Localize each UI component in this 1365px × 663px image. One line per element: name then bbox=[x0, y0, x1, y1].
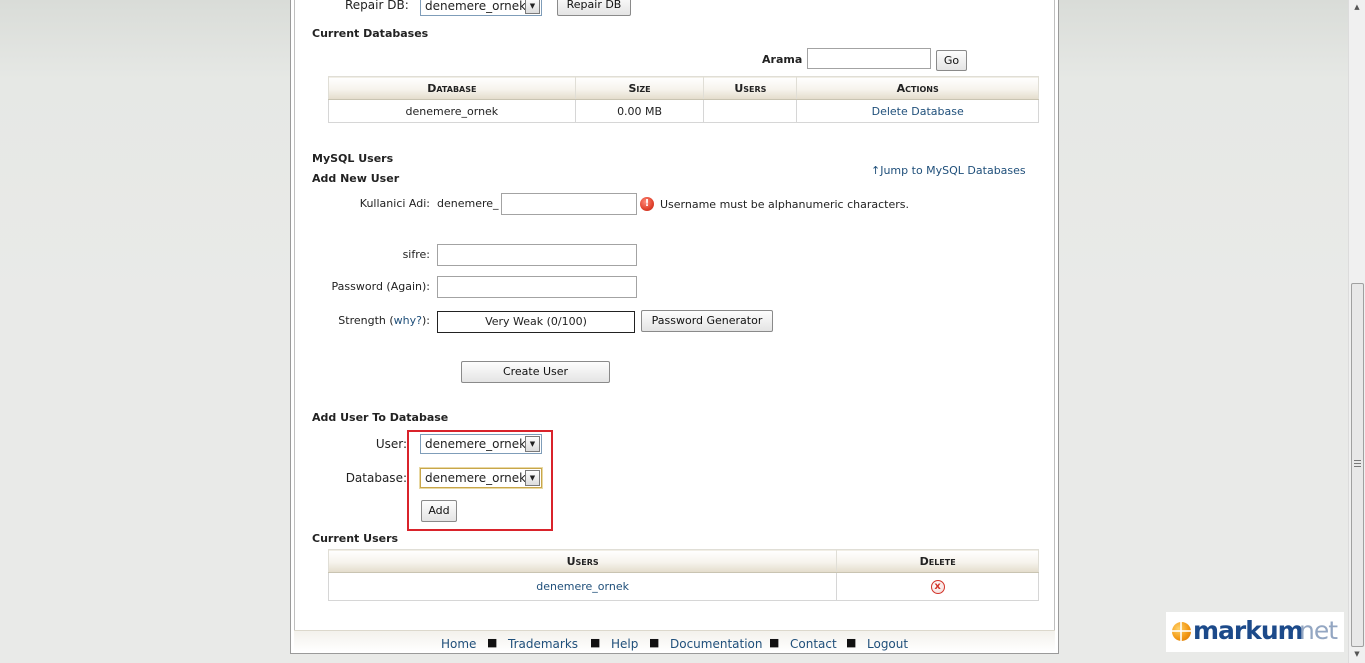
current-users-title: Current Users bbox=[312, 532, 399, 545]
panel-divider-left bbox=[294, 0, 295, 639]
scrollbar-thumb[interactable] bbox=[1351, 283, 1364, 647]
footer-link-contact[interactable]: Contact bbox=[790, 637, 837, 651]
scroll-up-arrow-icon[interactable]: ▲ bbox=[1351, 1, 1363, 13]
exclamation-icon: ! bbox=[640, 197, 654, 211]
username-label: Kullanici Adi: bbox=[359, 197, 430, 210]
search-input[interactable] bbox=[807, 48, 931, 69]
password-input[interactable] bbox=[437, 244, 637, 266]
user-link[interactable]: denemere_ornek bbox=[536, 580, 629, 593]
password-generator-button[interactable]: Password Generator bbox=[641, 310, 773, 332]
db-users-cell bbox=[703, 99, 798, 123]
column-users: Users bbox=[327, 549, 838, 573]
markumnet-logo: markum net bbox=[1166, 612, 1344, 652]
user-select-label: User: bbox=[375, 437, 407, 451]
highlight-box bbox=[407, 430, 553, 531]
strength-label-text: Strength ( bbox=[338, 314, 394, 327]
footer-separator: ■ bbox=[769, 636, 780, 649]
footer-link-trademarks[interactable]: Trademarks bbox=[508, 637, 578, 651]
jump-link-label: Jump to MySQL Databases bbox=[880, 164, 1026, 177]
strength-meter: Very Weak (0/100) bbox=[437, 311, 635, 333]
panel-divider-right bbox=[1054, 0, 1055, 639]
logo-text-markum: markum bbox=[1193, 616, 1304, 645]
db-actions-cell: Delete Database bbox=[796, 99, 1039, 123]
footer-separator: ■ bbox=[590, 636, 601, 649]
logo-text-net: net bbox=[1299, 616, 1338, 645]
footer-separator: ■ bbox=[649, 636, 660, 649]
grip-icon bbox=[1354, 460, 1361, 469]
user-delete-cell: x bbox=[836, 572, 1039, 601]
database-select-label: Database: bbox=[345, 471, 407, 485]
footer-link-documentation[interactable]: Documentation bbox=[670, 637, 763, 651]
current-databases-title: Current Databases bbox=[312, 27, 429, 40]
footer-link-help[interactable]: Help bbox=[611, 637, 638, 651]
username-input[interactable] bbox=[501, 193, 637, 215]
delete-database-link[interactable]: Delete Database bbox=[872, 105, 964, 118]
why-link[interactable]: why? bbox=[394, 314, 422, 327]
chevron-down-icon[interactable]: ▼ bbox=[525, 0, 540, 14]
repair-db-selected-value: denemere_ornek bbox=[425, 0, 527, 13]
footer-separator: ■ bbox=[846, 636, 857, 649]
strength-label-suffix: ): bbox=[422, 314, 430, 327]
databases-table-header: Database Size Users Actions bbox=[328, 76, 1039, 100]
footer-separator: ■ bbox=[487, 636, 498, 649]
scroll-down-arrow-icon[interactable]: ▼ bbox=[1351, 648, 1363, 660]
repair-db-select[interactable]: denemere_ornek ▼ bbox=[420, 0, 542, 16]
repair-db-label: Repair DB: bbox=[345, 0, 409, 12]
add-user-to-db-title: Add User To Database bbox=[312, 411, 449, 424]
add-new-user-title: Add New User bbox=[312, 172, 400, 185]
delete-x-icon[interactable]: x bbox=[930, 579, 945, 594]
strength-label: Strength (why?): bbox=[300, 314, 430, 327]
go-button[interactable]: Go bbox=[936, 50, 967, 71]
column-delete: Delete bbox=[836, 549, 1039, 573]
globe-icon bbox=[1172, 622, 1191, 641]
repair-db-button[interactable]: Repair DB bbox=[557, 0, 631, 16]
page-scrollbar[interactable]: ▲ ▼ bbox=[1348, 0, 1365, 663]
user-name-cell: denemere_ornek bbox=[327, 572, 838, 601]
search-label: Arama bbox=[762, 53, 803, 66]
password-label: sifre: bbox=[402, 248, 430, 261]
arrow-up-icon: ↑ bbox=[871, 164, 881, 177]
column-size: Size bbox=[574, 76, 705, 100]
users-table: Users Delete denemere_ornek x bbox=[327, 549, 1039, 601]
password-again-input[interactable] bbox=[437, 276, 637, 298]
users-table-header: Users Delete bbox=[327, 549, 1039, 573]
table-row: denemere_ornek x bbox=[327, 572, 1039, 601]
footer-link-home[interactable]: Home bbox=[441, 637, 476, 651]
table-row: denemere_ornek 0.00 MB Delete Database bbox=[328, 99, 1039, 123]
footer-link-logout[interactable]: Logout bbox=[867, 637, 908, 651]
username-prefix: denemere_ bbox=[437, 197, 499, 210]
db-name-cell: denemere_ornek bbox=[328, 99, 576, 123]
password-again-label: Password (Again): bbox=[331, 280, 430, 293]
mysql-users-title: MySQL Users bbox=[312, 152, 394, 165]
column-users: Users bbox=[703, 76, 798, 100]
db-size-cell: 0.00 MB bbox=[574, 99, 705, 123]
column-actions: Actions bbox=[796, 76, 1039, 100]
column-database: Database bbox=[328, 76, 576, 100]
databases-table: Database Size Users Actions denemere_orn… bbox=[328, 76, 1039, 123]
username-error-message: Username must be alphanumeric characters… bbox=[660, 198, 909, 211]
create-user-button[interactable]: Create User bbox=[461, 361, 610, 383]
jump-to-databases-link[interactable]: ↑Jump to MySQL Databases bbox=[871, 164, 1026, 177]
